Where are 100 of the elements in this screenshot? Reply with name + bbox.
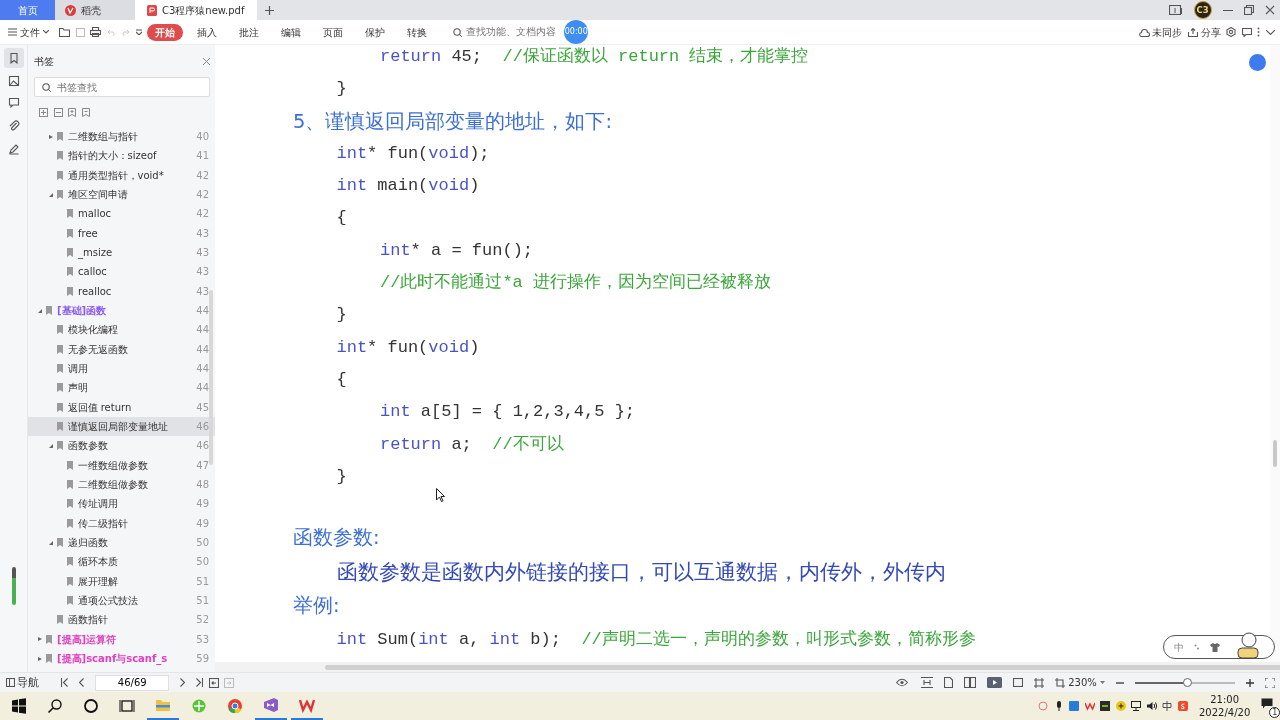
bookmark-item[interactable]: 二维数组与指针 [67,129,138,145]
actual-size-icon[interactable] [1013,678,1024,687]
bookmark-item[interactable]: 一维数组做参数 [78,457,148,473]
bookmark-item[interactable]: 堆区空间申请 [67,187,128,203]
ribbon-tab[interactable]: 批注 [231,23,268,41]
last-page-icon[interactable] [196,678,204,687]
expand-arrow-icon[interactable] [38,656,42,661]
clock-time[interactable]: 21:00 [1198,693,1251,706]
back-icon[interactable] [208,677,219,688]
remove-bookmark-icon[interactable] [81,107,90,117]
thumbnail-icon[interactable] [7,74,20,87]
gpu-icon[interactable] [1100,701,1111,711]
dropdown-icon[interactable] [135,29,142,35]
page-field[interactable]: 46/69 [95,674,170,691]
print-icon[interactable] [90,27,102,37]
user-avatar[interactable]: C3 [1193,1,1212,19]
bookmark-item[interactable]: 函数指针 [67,612,108,628]
sync-button[interactable]: 未同步 [1138,24,1183,40]
signature-icon[interactable] [7,142,20,155]
ribbon-tab[interactable]: 开始 [147,23,184,41]
add-bookmark-icon[interactable] [68,107,76,117]
clock-date[interactable]: 2022/4/20 [1198,706,1251,719]
settings-icon[interactable] [1226,27,1236,37]
previous-page-icon[interactable] [79,678,85,687]
bookmark-item[interactable]: 指针的大小：sizeof [67,148,157,164]
chevron-down-icon[interactable] [1265,29,1275,35]
attachment-icon[interactable] [7,120,20,132]
bookmark-item[interactable]: [基础]函数 [57,303,107,319]
network-icon[interactable] [1131,701,1142,711]
ribbon-tab[interactable]: 保护 [357,23,394,41]
collapse-arrow-icon[interactable] [48,192,53,197]
shirt-icon[interactable] [1210,642,1220,652]
expand-all-icon[interactable] [39,107,48,117]
search-field[interactable]: 查找功能、文档内容 [452,23,565,41]
document-tab[interactable]: C3程序猿new.pdf [135,0,257,20]
navigation-button[interactable]: 导航 [5,674,40,691]
bookmark-item[interactable]: 调用 [67,361,88,377]
expand-arrow-icon[interactable] [48,134,53,139]
plus-circle-icon[interactable] [1115,701,1126,711]
bookmark-item[interactable]: 传址调用 [78,496,118,512]
screen-counter-icon[interactable] [1168,5,1183,15]
scrollbar-thumb[interactable] [209,290,213,465]
bookmark-item[interactable]: realloc [78,283,112,299]
play-icon[interactable] [987,677,1003,688]
fit-page-icon[interactable] [1034,677,1045,688]
bookmark-item[interactable]: 递归函数 [67,535,108,551]
bookmark-item[interactable]: _msize [78,245,113,261]
ribbon-tab[interactable]: 页面 [315,23,352,41]
bookmark-icon[interactable] [7,51,20,64]
windows-start-icon[interactable] [10,698,27,714]
new-tab-icon[interactable] [264,5,274,15]
first-page-icon[interactable] [61,678,69,687]
wps-icon[interactable] [1084,701,1095,711]
wps-icon[interactable] [298,697,315,713]
bookmark-item[interactable]: [提高]运算符 [57,631,117,647]
circle-icon[interactable] [82,698,99,714]
collapse-arrow-icon[interactable] [48,443,53,448]
input-mode[interactable]: 中 [1174,639,1184,655]
more-icon[interactable] [1257,27,1260,37]
ribbon-tab[interactable]: 编辑 [273,23,310,41]
two-page-icon[interactable] [964,677,977,688]
close-icon[interactable] [1264,5,1275,15]
single-page-icon[interactable] [944,677,954,688]
open-folder-icon[interactable] [59,27,71,37]
ribbon-tab[interactable]: 转换 [399,23,436,41]
ribbon-tab[interactable]: 插入 [189,23,226,41]
visual-studio-icon[interactable] [262,697,279,713]
chrome-icon[interactable] [226,698,243,714]
scrollbar-thumb[interactable] [325,665,1280,670]
bookmark-item[interactable]: 无参无返函数 [67,341,128,357]
folder-icon[interactable] [154,697,171,713]
search-icon[interactable] [46,698,63,714]
bookmark-item[interactable]: 模块化编程 [67,322,118,338]
floating-action-button[interactable] [1249,54,1266,71]
document-tab[interactable]: 稻壳 [55,0,135,20]
bookmark-item[interactable]: 返回值 return [67,399,132,415]
bookmark-search-field[interactable]: 书签查找 [33,77,210,97]
fit-height-icon[interactable] [921,677,934,688]
bookmark-item[interactable]: 通用类型指针，void* [67,167,164,183]
collapse-arrow-icon[interactable] [38,308,42,313]
bookmark-item[interactable]: 函数参数 [67,438,108,454]
expand-arrow-icon[interactable] [38,637,42,642]
collapse-arrow-icon[interactable] [48,540,53,545]
punctuation-icon[interactable] [1194,644,1200,650]
zoom-level[interactable]: 230% [1068,675,1097,690]
file-menu[interactable]: 文件 [0,23,57,41]
bookmark-item[interactable]: 二维数组做参数 [78,477,148,493]
comment-icon[interactable] [1241,27,1252,37]
document-tab[interactable]: 首页 [0,0,55,20]
fullscreen-icon[interactable] [1264,677,1275,688]
next-page-icon[interactable] [180,678,186,687]
selected-row[interactable]: 谨慎返回局部变量地址 46 [28,416,215,437]
bookmark-item[interactable]: 传二级指针 [78,515,128,531]
ime-icon[interactable] [1162,701,1173,711]
bookmark-item[interactable]: malloc [78,206,112,222]
bookmark-item[interactable]: 循环本质 [78,554,118,570]
zoom-in-icon[interactable] [1245,678,1254,687]
bookmark-item[interactable]: calloc [78,264,107,280]
slider-thumb[interactable] [1182,677,1192,687]
volume-icon[interactable] [1146,701,1157,711]
